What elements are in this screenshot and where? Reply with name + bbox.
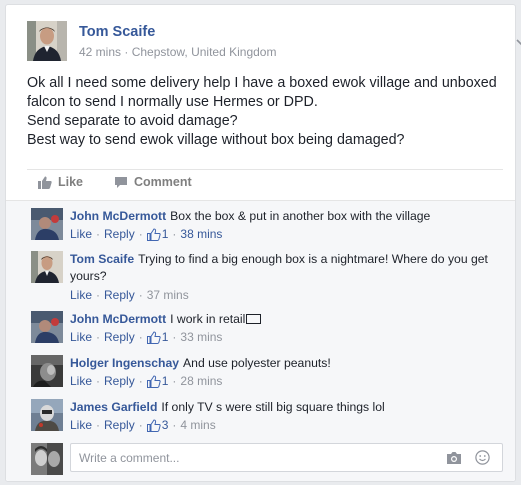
- comment-like-link[interactable]: Like: [70, 374, 92, 388]
- comment-like-link[interactable]: Like: [70, 288, 92, 302]
- commenter-avatar[interactable]: [31, 399, 63, 431]
- comment-time[interactable]: 33 mins: [180, 330, 222, 344]
- comment-text: John McDermott I work in retail: [70, 311, 500, 328]
- post-text-line: Best way to send ewok village without bo…: [27, 132, 405, 148]
- comment-text: John McDermott Box the box & put in anoth…: [70, 208, 500, 225]
- comment-author[interactable]: John McDermott: [70, 209, 166, 223]
- post-header: Tom Scaife 42 mins · Chepstow, United Ki…: [27, 21, 521, 63]
- post-text-line: falcon to send I normally use Hermes or …: [27, 94, 318, 110]
- action-bar: Like Comment: [27, 175, 327, 195]
- comment-like-count[interactable]: 1: [162, 227, 169, 241]
- comment-like-count[interactable]: 1: [162, 374, 169, 388]
- thumbs-up-icon[interactable]: [146, 374, 161, 388]
- comment-time[interactable]: 37 mins: [147, 288, 189, 302]
- comment-body: And use polyester peanuts!: [183, 356, 331, 370]
- comment-actions: Like · Reply · 3 · 4 mins: [70, 418, 216, 432]
- comment-reply-link[interactable]: Reply: [104, 330, 135, 344]
- comment-actions: Like · Reply · 1 · 38 mins: [70, 227, 223, 241]
- comment-actions: Like · Reply · 37 mins: [70, 288, 189, 302]
- post-meta: 42 mins · Chepstow, United Kingdom: [79, 45, 276, 59]
- post-text-line: Ok all I need some delivery help I have …: [27, 75, 497, 91]
- thumbs-up-icon[interactable]: [146, 418, 161, 432]
- thumbs-up-icon[interactable]: [146, 227, 161, 241]
- comment-composer: [6, 443, 515, 475]
- comment-like-link[interactable]: Like: [70, 418, 92, 432]
- comment-label: Comment: [134, 175, 192, 189]
- commenter-avatar[interactable]: [31, 311, 63, 343]
- unsupported-emoji-box: [246, 314, 262, 324]
- comment-reply-link[interactable]: Reply: [104, 418, 135, 432]
- comment-actions: Like · Reply · 1 · 28 mins: [70, 374, 223, 388]
- comment-time[interactable]: 4 mins: [180, 418, 215, 432]
- viewer-avatar[interactable]: [31, 443, 63, 475]
- comment-author[interactable]: James Garfield: [70, 400, 157, 414]
- commenter-avatar[interactable]: [31, 251, 63, 283]
- commenter-avatar[interactable]: [31, 355, 63, 387]
- comment-author[interactable]: Holger Ingenschay: [70, 356, 179, 370]
- comment-like-count[interactable]: 3: [162, 418, 169, 432]
- divider: [27, 169, 503, 170]
- post-time[interactable]: 42 mins: [79, 45, 121, 59]
- comment-like-link[interactable]: Like: [70, 227, 92, 241]
- comment: Tom Scaife Trying to find a big enough bo…: [6, 251, 515, 307]
- comment: John McDermott Box the box & put in anoth…: [6, 208, 515, 246]
- thumbs-up-icon[interactable]: [146, 330, 161, 344]
- comment-author[interactable]: John McDermott: [70, 312, 166, 326]
- post-location[interactable]: Chepstow, United Kingdom: [132, 45, 277, 59]
- camera-icon[interactable]: [446, 451, 462, 465]
- comment-author[interactable]: Tom Scaife: [70, 252, 134, 266]
- comment-reply-link[interactable]: Reply: [104, 374, 135, 388]
- author-name[interactable]: Tom Scaife: [79, 24, 155, 40]
- post-text: Ok all I need some delivery help I have …: [27, 74, 502, 150]
- smiley-icon[interactable]: [475, 450, 490, 465]
- comment-time[interactable]: 28 mins: [180, 374, 222, 388]
- chevron-down-icon[interactable]: [515, 38, 521, 48]
- speech-bubble-icon: [115, 176, 127, 188]
- thumbs-up-icon: [38, 176, 52, 189]
- comment-reply-link[interactable]: Reply: [104, 227, 135, 241]
- comment: Holger Ingenschay And use polyester peanu…: [6, 355, 515, 393]
- like-button[interactable]: Like: [38, 175, 83, 189]
- comment-actions: Like · Reply · 1 · 33 mins: [70, 330, 223, 344]
- comment-body: If only TV s were still big square thing…: [161, 400, 385, 414]
- comment: James Garfield If only TV s were still bi…: [6, 399, 515, 437]
- comment-text: Tom Scaife Trying to find a big enough bo…: [70, 251, 500, 285]
- meta-separator: ·: [124, 45, 129, 59]
- comment-time[interactable]: 38 mins: [180, 227, 222, 241]
- comments-section: John McDermott Box the box & put in anoth…: [6, 200, 515, 481]
- commenter-avatar[interactable]: [31, 208, 63, 240]
- comment-text: James Garfield If only TV s were still bi…: [70, 399, 500, 416]
- comment-button[interactable]: Comment: [114, 175, 192, 189]
- comment-reply-link[interactable]: Reply: [104, 288, 135, 302]
- comment-text: Holger Ingenschay And use polyester peanu…: [70, 355, 500, 372]
- like-label: Like: [58, 175, 84, 189]
- post-text-line: Send separate to avoid damage?: [27, 113, 238, 129]
- comment: John McDermott I work in retail Like · Re…: [6, 311, 515, 349]
- comment-like-count[interactable]: 1: [162, 330, 169, 344]
- comment-body: Box the box & put in another box with th…: [170, 209, 431, 223]
- author-avatar[interactable]: [27, 21, 67, 61]
- post-card: Tom Scaife 42 mins · Chepstow, United Ki…: [5, 4, 521, 482]
- comment-body: I work in retail: [170, 312, 246, 326]
- comment-input[interactable]: [70, 443, 503, 472]
- comment-like-link[interactable]: Like: [70, 330, 92, 344]
